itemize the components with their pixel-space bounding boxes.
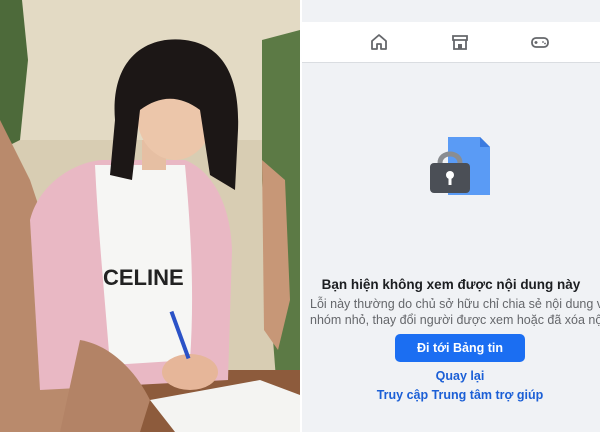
top-nav-bar <box>302 22 600 63</box>
error-title: Bạn hiện không xem được nội dung này <box>321 277 581 292</box>
go-to-feed-button[interactable]: Đi tới Bảng tin <box>395 334 525 362</box>
status-strip <box>302 0 600 22</box>
help-center-link[interactable]: Truy cập Trung tâm trợ giúp <box>302 388 600 402</box>
go-back-link[interactable]: Quay lại <box>302 369 600 383</box>
photo-panel: CELINE <box>0 0 300 432</box>
error-description: Lỗi này thường do chủ sở hữu chỉ chia sẻ… <box>310 296 600 328</box>
error-description-line-1: Lỗi này thường do chủ sở hữu chỉ chia sẻ… <box>310 297 600 311</box>
marketplace-icon[interactable] <box>450 32 470 52</box>
app-panel: Bạn hiện không xem được nội dung này Lỗi… <box>302 0 600 432</box>
photo-illustration: CELINE <box>0 0 300 432</box>
locked-content-icon <box>430 137 490 195</box>
home-icon[interactable] <box>369 32 389 52</box>
gaming-icon[interactable] <box>530 32 550 52</box>
error-description-line-2: nhóm nhỏ, thay đổi người được xem hoặc đ… <box>310 313 600 327</box>
shirt-logo-text: CELINE <box>103 265 184 290</box>
